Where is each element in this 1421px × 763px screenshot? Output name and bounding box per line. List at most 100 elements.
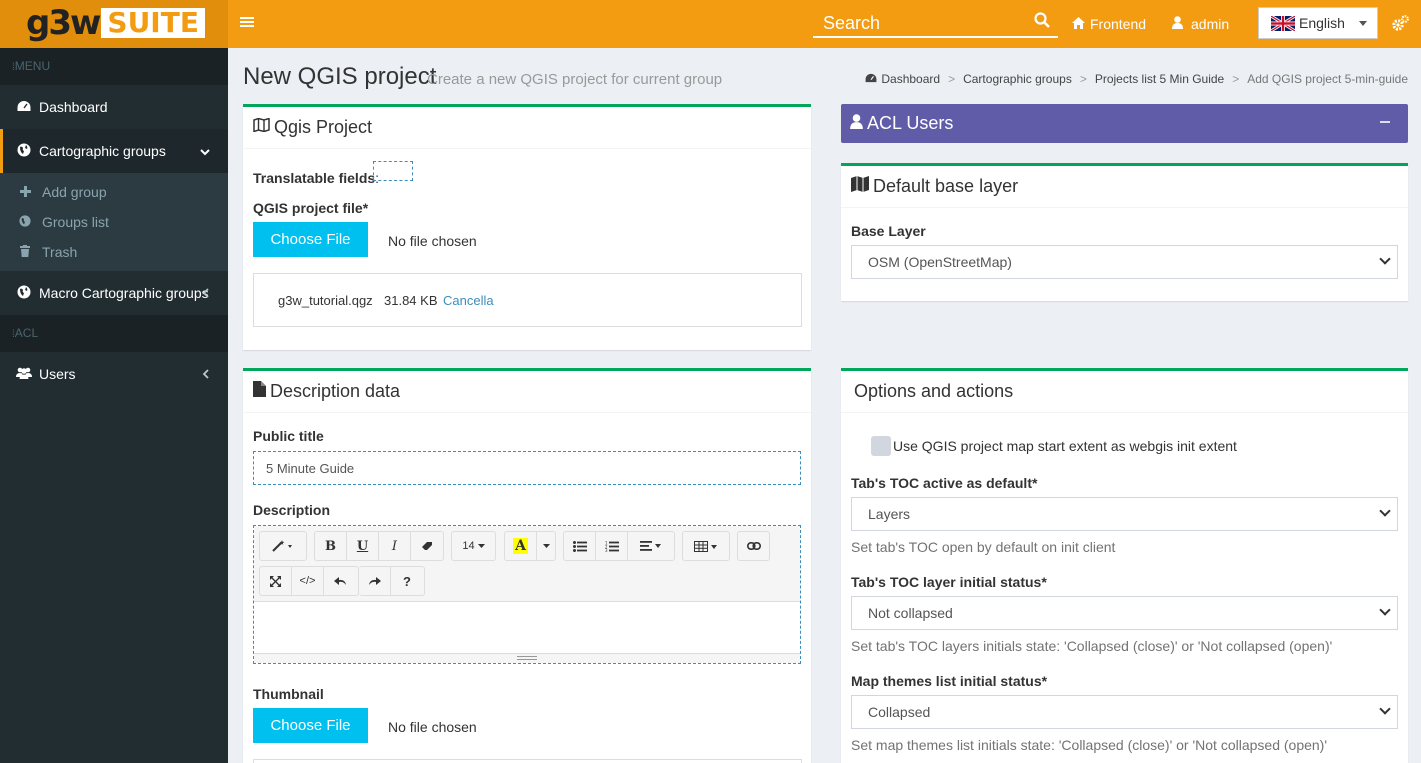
sidebar-item-cartographic-groups[interactable]: Cartographic groups [0,129,228,173]
public-title-input[interactable]: 5 Minute Guide [253,451,801,485]
chevron-down-icon [1379,703,1391,715]
align-dropdown-icon[interactable] [628,532,674,560]
caret-down-icon[interactable] [537,532,555,560]
description-label: Description [253,502,331,518]
underline-icon[interactable]: U [347,532,379,560]
uploaded-file-name: g3w_tutorial.qgz [278,293,373,308]
menu-header-label: MENU [14,59,51,73]
toc-layer-select[interactable]: Not collapsed [851,596,1398,630]
page-title: New QGIS project [243,63,437,90]
breadcrumb-item[interactable]: Projects list 5 Min Guide [1095,72,1224,86]
cancel-upload-link[interactable]: Cancella [443,293,494,308]
map-icon [253,117,270,137]
sidebar-subitem-label: Groups list [42,214,109,230]
sidebar-subitem-trash[interactable]: Trash [0,237,228,267]
text-highlight-icon[interactable]: A [505,532,537,560]
link-icon[interactable] [738,532,769,560]
thumbnail-no-file-text: No file chosen [388,719,477,735]
map-themes-value: Collapsed [868,704,931,720]
toolbar-group-table [682,531,730,561]
choose-file-button[interactable]: Choose File [253,222,368,257]
uploaded-file-panel: g3w_tutorial.qgz 31.84 KB Cancella [253,273,802,327]
public-title-value: 5 Minute Guide [266,460,355,476]
user-menu[interactable]: admin [1172,0,1229,48]
magic-wand-icon[interactable] [260,532,306,560]
toolbar-group-view: </> [259,566,359,596]
file-icon [253,381,266,402]
thumbnail-choose-file-button[interactable]: Choose File [253,708,368,743]
breadcrumb-item[interactable]: Cartographic groups [963,72,1072,86]
sidebar-item-macro-groups[interactable]: Macro Cartographic groups [0,271,228,315]
translatable-fields-text: Translatable fields [253,170,376,186]
base-layer-select[interactable]: OSM (OpenStreetMap) [851,245,1398,279]
fullscreen-icon[interactable] [260,567,292,595]
menu-header: ⁞MENU [0,48,228,85]
font-size-value: 14 [462,540,475,552]
description-data-box: Description data Public title 5 Minute G… [243,368,811,763]
editor-content-area[interactable] [254,603,800,653]
resize-grip-icon [517,656,537,660]
toolbar-group-link [737,531,770,561]
rich-text-editor: B U I 14 A 1 2 3 </> ? [253,525,801,664]
collapse-button[interactable] [1380,112,1394,132]
breadcrumb-item[interactable]: Dashboard [881,72,940,86]
acl-header: ⁞ACL [0,315,228,352]
sidebar-item-users[interactable]: Users [0,352,228,396]
table-icon[interactable] [683,532,729,560]
chevron-down-icon [1379,505,1391,517]
editor-resize-handle[interactable] [254,653,800,663]
bold-icon[interactable]: B [315,532,347,560]
undo-icon[interactable] [324,567,356,595]
box-title: Qgis Project [274,117,373,137]
plus-icon [18,185,32,200]
sidebar-subitem-groups-list[interactable]: Groups list [0,207,228,237]
logo-text: g3w [26,3,101,43]
breadcrumb-separator: > [1232,72,1240,86]
map-themes-help: Set map themes list initials state: 'Col… [851,737,1328,753]
chevron-down-icon [1379,604,1391,616]
default-base-layer-box: Default base layer Base Layer OSM (OpenS… [841,163,1408,301]
no-file-chosen-text: No file chosen [388,233,477,249]
chevron-down-icon [1379,253,1391,265]
font-size-dropdown[interactable]: 14 [452,532,495,560]
redo-icon[interactable] [359,567,391,595]
home-icon [1072,16,1085,32]
toolbar-group-color: A [504,531,556,561]
g3w-suite-logo[interactable]: g3w SUITE [26,6,205,40]
toc-tab-select[interactable]: Layers [851,497,1398,531]
user-icon [1172,16,1183,32]
uk-flag-icon [1271,15,1295,31]
help-icon[interactable]: ? [391,567,423,595]
svg-text:3: 3 [605,548,608,552]
user-name: admin [1191,16,1230,32]
public-title-label: Public title [253,428,324,444]
sidebar: ⁞MENU Dashboard Cartographic groups Add … [0,48,228,763]
chevron-left-icon [202,368,210,382]
sidebar-toggle-icon[interactable] [240,14,258,32]
search-icon[interactable] [1034,12,1052,30]
settings-cogs-icon[interactable] [1391,15,1409,33]
frontend-link[interactable]: Frontend [1072,0,1146,48]
acl-users-header[interactable]: ACL Users [850,104,953,143]
eraser-icon[interactable] [411,532,443,560]
dashboard-icon [865,72,877,86]
unordered-list-icon[interactable] [564,532,596,560]
top-navbar: g3w SUITE Frontend admin En [0,0,1421,48]
map-themes-select[interactable]: Collapsed [851,695,1398,729]
code-view-icon[interactable]: </> [292,567,324,595]
sidebar-item-dashboard[interactable]: Dashboard [0,85,228,129]
ordered-list-icon[interactable]: 123 [596,532,628,560]
chevron-left-icon [202,287,210,301]
box-title: Description data [270,381,401,401]
search-input[interactable] [823,10,1023,36]
italic-icon[interactable]: I [379,532,411,560]
logo-area: g3w SUITE [0,0,228,48]
box-header: Description data [243,371,811,413]
box-header: Options and actions [841,371,1408,413]
start-extent-checkbox[interactable] [871,436,891,456]
language-select[interactable]: English [1258,7,1378,39]
chevron-down-icon [200,145,210,159]
thumbnail-label: Thumbnail [253,686,324,702]
map-icon [851,176,869,197]
sidebar-subitem-add-group[interactable]: Add group [0,177,228,207]
